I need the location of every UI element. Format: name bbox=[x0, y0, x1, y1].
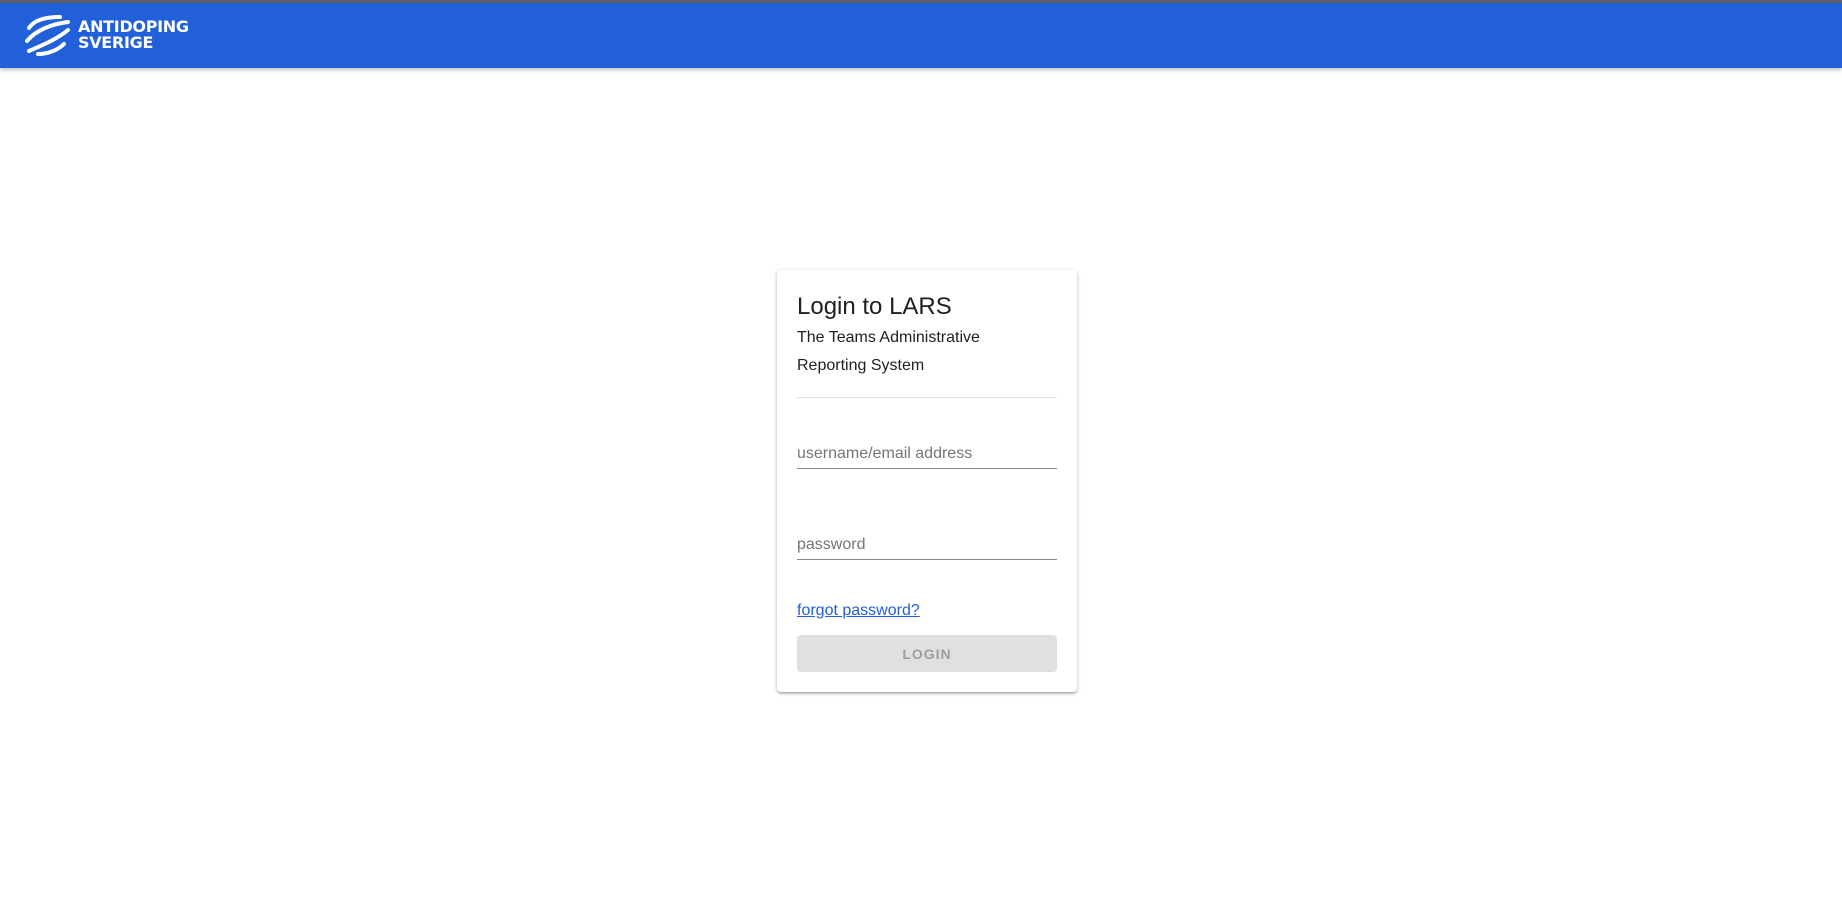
login-title: Login to LARS bbox=[797, 293, 952, 320]
password-field bbox=[797, 531, 1057, 560]
username-input[interactable] bbox=[797, 440, 1057, 468]
forgot-password-link[interactable]: forgot password? bbox=[797, 602, 920, 620]
antidoping-logo-icon bbox=[25, 15, 70, 56]
login-card: Login to LARS The Teams Administrative R… bbox=[777, 270, 1077, 692]
brand-logo[interactable]: ANTIDOPING SVERIGE bbox=[24, 14, 189, 56]
password-input[interactable] bbox=[797, 531, 1057, 559]
brand-name: ANTIDOPING SVERIGE bbox=[78, 19, 189, 51]
brand-name-line2: SVERIGE bbox=[78, 33, 154, 52]
username-field bbox=[797, 440, 1057, 469]
login-button[interactable]: LOGIN bbox=[797, 635, 1057, 672]
login-subtitle: The Teams Administrative Reporting Syste… bbox=[797, 329, 980, 374]
app-bar: ANTIDOPING SVERIGE bbox=[0, 3, 1842, 68]
divider bbox=[797, 397, 1057, 398]
